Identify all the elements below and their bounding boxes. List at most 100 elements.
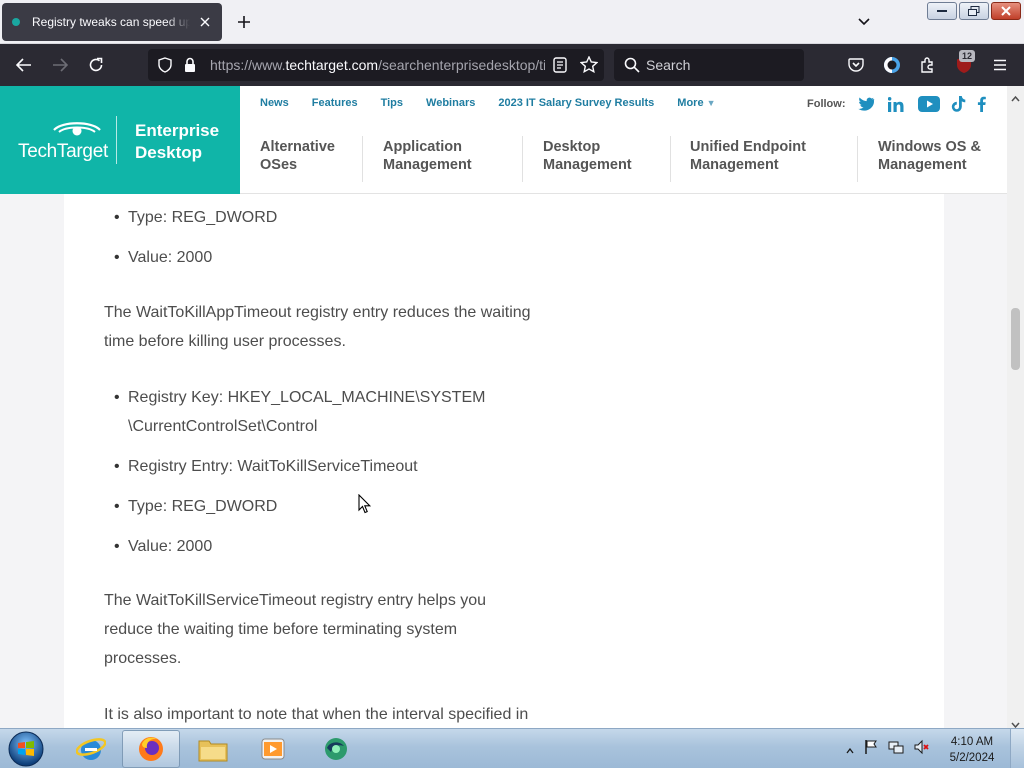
close-window-icon[interactable] bbox=[991, 2, 1021, 20]
close-tab-icon[interactable] bbox=[198, 15, 212, 29]
logo-text: TechTarget bbox=[18, 141, 108, 162]
internet-explorer-icon[interactable] bbox=[62, 730, 120, 768]
hamburger-menu-icon[interactable] bbox=[990, 55, 1010, 75]
network-icon[interactable] bbox=[888, 739, 904, 760]
tiktok-icon[interactable] bbox=[951, 95, 966, 113]
list-item: Type: REG_DWORD bbox=[114, 492, 277, 521]
category-label: Application bbox=[383, 139, 462, 155]
start-button[interactable] bbox=[6, 730, 46, 768]
media-player-icon[interactable] bbox=[244, 730, 302, 768]
top-nav: News Features Tips Webinars 2023 IT Sala… bbox=[260, 97, 738, 109]
category-divider bbox=[522, 136, 523, 182]
paragraph-line: reduce the waiting time before terminati… bbox=[104, 621, 458, 638]
list-item: Value: 2000 bbox=[114, 243, 212, 272]
clock-date: 5/2/2024 bbox=[949, 752, 995, 764]
search-icon bbox=[624, 57, 640, 78]
section-title[interactable]: Enterprise Desktop bbox=[135, 120, 219, 164]
new-tab-icon[interactable] bbox=[234, 12, 254, 32]
url-prefix: https://www. bbox=[210, 57, 286, 73]
scrollbar-thumb[interactable] bbox=[1011, 308, 1020, 370]
volume-muted-icon[interactable] bbox=[914, 739, 930, 760]
logo-divider bbox=[116, 116, 117, 164]
paragraph: The WaitToKillAppTimeout registry entry … bbox=[104, 298, 574, 356]
pocket-icon[interactable] bbox=[846, 55, 866, 75]
youtube-icon[interactable] bbox=[918, 95, 940, 113]
address-bar[interactable]: https://www.techtarget.com/searchenterpr… bbox=[148, 49, 604, 81]
tab-bar: Registry tweaks can speed up Windows bbox=[0, 0, 1024, 44]
show-hidden-icons-icon[interactable] bbox=[846, 741, 854, 759]
back-arrow-icon[interactable] bbox=[14, 55, 34, 75]
category-label: Management bbox=[878, 157, 967, 173]
firefox-taskbar-icon[interactable] bbox=[122, 730, 180, 768]
nav-link-webinars[interactable]: Webinars bbox=[426, 97, 475, 109]
window-controls bbox=[927, 2, 1021, 20]
paragraph-line: time before killing user processes. bbox=[104, 333, 346, 350]
extensions-puzzle-icon[interactable] bbox=[918, 55, 938, 75]
nav-link-news[interactable]: News bbox=[260, 97, 289, 109]
facebook-icon[interactable] bbox=[977, 95, 986, 113]
search-bar[interactable]: Search bbox=[614, 49, 804, 81]
web-page: Type: REG_DWORD Value: 2000 The WaitToKi… bbox=[0, 86, 1007, 728]
minimize-icon[interactable] bbox=[927, 2, 957, 20]
section-title-line: Desktop bbox=[135, 143, 203, 162]
restore-icon[interactable] bbox=[959, 2, 989, 20]
show-desktop-button[interactable] bbox=[1010, 729, 1024, 768]
scroll-up-arrow-icon[interactable] bbox=[1011, 90, 1020, 102]
action-center-flag-icon[interactable] bbox=[864, 739, 878, 760]
url-host: techtarget.com bbox=[285, 57, 379, 73]
category-divider bbox=[362, 136, 363, 182]
nav-link-tips[interactable]: Tips bbox=[381, 97, 403, 109]
category-label: Management bbox=[543, 157, 632, 173]
bookmark-star-icon[interactable] bbox=[579, 55, 599, 78]
paragraph-line: It is also important to note that when t… bbox=[104, 706, 529, 723]
chevron-down-icon: ▼ bbox=[706, 98, 716, 108]
category-label: Management bbox=[383, 157, 472, 173]
list-item: Registry Entry: WaitToKillServiceTimeout bbox=[114, 452, 418, 481]
category-label: Alternative bbox=[260, 139, 335, 155]
list-item: Value: 2000 bbox=[114, 532, 212, 561]
taskbar-clock[interactable]: 4:10 AM 5/2/2024 bbox=[944, 734, 1000, 766]
category-desktop-management[interactable]: Desktop Management bbox=[543, 138, 632, 174]
category-windows-os-management[interactable]: Windows OS & Management bbox=[878, 138, 981, 174]
tab-active[interactable]: Registry tweaks can speed up Windows bbox=[2, 3, 222, 41]
linkedin-icon[interactable] bbox=[888, 95, 904, 113]
nav-link-salary-survey[interactable]: 2023 IT Salary Survey Results bbox=[498, 97, 654, 109]
chevron-down-icon[interactable] bbox=[854, 12, 874, 32]
mouse-cursor-icon bbox=[358, 493, 372, 519]
list-item-line: Registry Key: HKEY_LOCAL_MACHINE\SYSTEM bbox=[128, 389, 486, 406]
page-scrollbar[interactable] bbox=[1007, 86, 1024, 729]
category-label: OSes bbox=[260, 157, 298, 173]
green-app-icon[interactable] bbox=[306, 730, 364, 768]
nav-link-features[interactable]: Features bbox=[312, 97, 358, 109]
forward-arrow-icon[interactable] bbox=[50, 55, 70, 75]
site-header: TechTarget Enterprise Desktop News Featu… bbox=[0, 86, 1007, 194]
category-label: Management bbox=[690, 157, 779, 173]
url-text[interactable]: https://www.techtarget.com/searchenterpr… bbox=[210, 57, 545, 73]
clock-time: 4:10 AM bbox=[950, 736, 994, 748]
reload-icon[interactable] bbox=[86, 55, 106, 75]
category-unified-endpoint-management[interactable]: Unified Endpoint Management bbox=[690, 138, 806, 174]
scroll-down-arrow-icon[interactable] bbox=[1011, 716, 1020, 729]
paragraph: The WaitToKillServiceTimeout registry en… bbox=[104, 586, 574, 673]
category-application-management[interactable]: Application Management bbox=[383, 138, 472, 174]
twitter-icon[interactable] bbox=[857, 95, 875, 113]
paragraph: It is also important to note that when t… bbox=[104, 700, 584, 728]
reader-view-icon[interactable] bbox=[553, 57, 567, 78]
nav-link-more[interactable]: More ▼ bbox=[677, 97, 715, 109]
category-alternative-oses[interactable]: Alternative OSes bbox=[260, 138, 335, 174]
dark-mode-extension-icon[interactable] bbox=[882, 55, 902, 75]
file-explorer-icon[interactable] bbox=[184, 730, 242, 768]
list-item: Registry Key: HKEY_LOCAL_MACHINE\SYSTEM … bbox=[114, 383, 486, 441]
category-divider bbox=[857, 136, 858, 182]
lock-icon[interactable] bbox=[184, 57, 196, 78]
paragraph-line: The WaitToKillAppTimeout registry entry … bbox=[104, 304, 531, 321]
nav-toolbar: https://www.techtarget.com/searchenterpr… bbox=[0, 44, 1024, 86]
techtarget-logo[interactable]: TechTarget Enterprise Desktop bbox=[0, 86, 240, 194]
tracking-protection-shield-icon[interactable] bbox=[158, 57, 172, 78]
list-item-line: \CurrentControlSet\Control bbox=[128, 418, 318, 435]
ublock-count-badge: 12 bbox=[959, 50, 975, 62]
category-nav: Alternative OSes Application Management … bbox=[240, 128, 1007, 188]
taskbar: 4:10 AM 5/2/2024 bbox=[0, 728, 1024, 768]
paragraph-line: processes. bbox=[104, 650, 182, 667]
category-label: Unified Endpoint bbox=[690, 139, 806, 155]
